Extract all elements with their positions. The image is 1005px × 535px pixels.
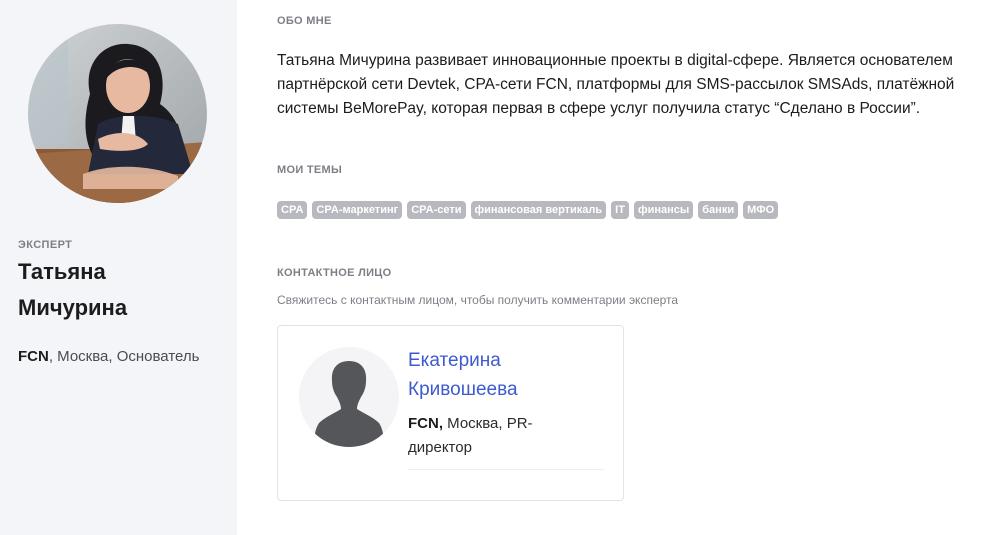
expert-details: , Москва, Основатель [48, 348, 200, 365]
topic-tag[interactable]: МФО [743, 201, 779, 219]
contact-section-title: КОНТАКТНОЕ ЛИЦО [277, 267, 392, 279]
topic-tags: CPA CPA-маркетинг CPA-сети финансовая ве… [277, 201, 779, 219]
topic-tag[interactable]: финансы [633, 201, 694, 219]
topics-section-title: МОИ ТЕМЫ [277, 164, 343, 176]
expert-meta: FCN, Москва, Основатель [18, 348, 199, 365]
person-silhouette-icon [299, 347, 399, 447]
expert-role-label: ЭКСПЕРТ [18, 239, 73, 251]
about-text: Татьяна Мичурина развивает инновационные… [277, 52, 955, 117]
contact-meta: FCN, Москва, PR-директор [408, 412, 548, 460]
topic-tag[interactable]: финансовая вертикаль [470, 201, 607, 219]
contact-divider [408, 469, 604, 470]
expert-name: Татьяна Мичурина [18, 259, 128, 320]
topic-tag[interactable]: IT [611, 201, 629, 219]
contact-card: Екатерина Кривошеева FCN, Москва, PR-дир… [277, 325, 624, 501]
contact-company: FCN, [408, 415, 443, 432]
topic-tag[interactable]: CPA-сети [407, 201, 466, 219]
expert-sidebar: ЭКСПЕРТ Татьяна Мичурина FCN, Москва, Ос… [0, 0, 237, 535]
contact-hint: Свяжитесь с контактным лицом, чтобы полу… [277, 293, 679, 307]
about-section-title: ОБО МНЕ [277, 15, 332, 27]
contact-name-link[interactable]: Екатерина Кривошеева [408, 346, 608, 404]
topic-tag[interactable]: CPA-маркетинг [312, 201, 403, 219]
topic-tag[interactable]: CPA [277, 201, 308, 219]
topic-tag[interactable]: банки [698, 201, 739, 219]
expert-main: ОБО МНЕ Татьяна Мичурина развивает иннов… [277, 0, 1005, 535]
expert-company: FCN [18, 348, 49, 365]
expert-photo [28, 24, 207, 203]
